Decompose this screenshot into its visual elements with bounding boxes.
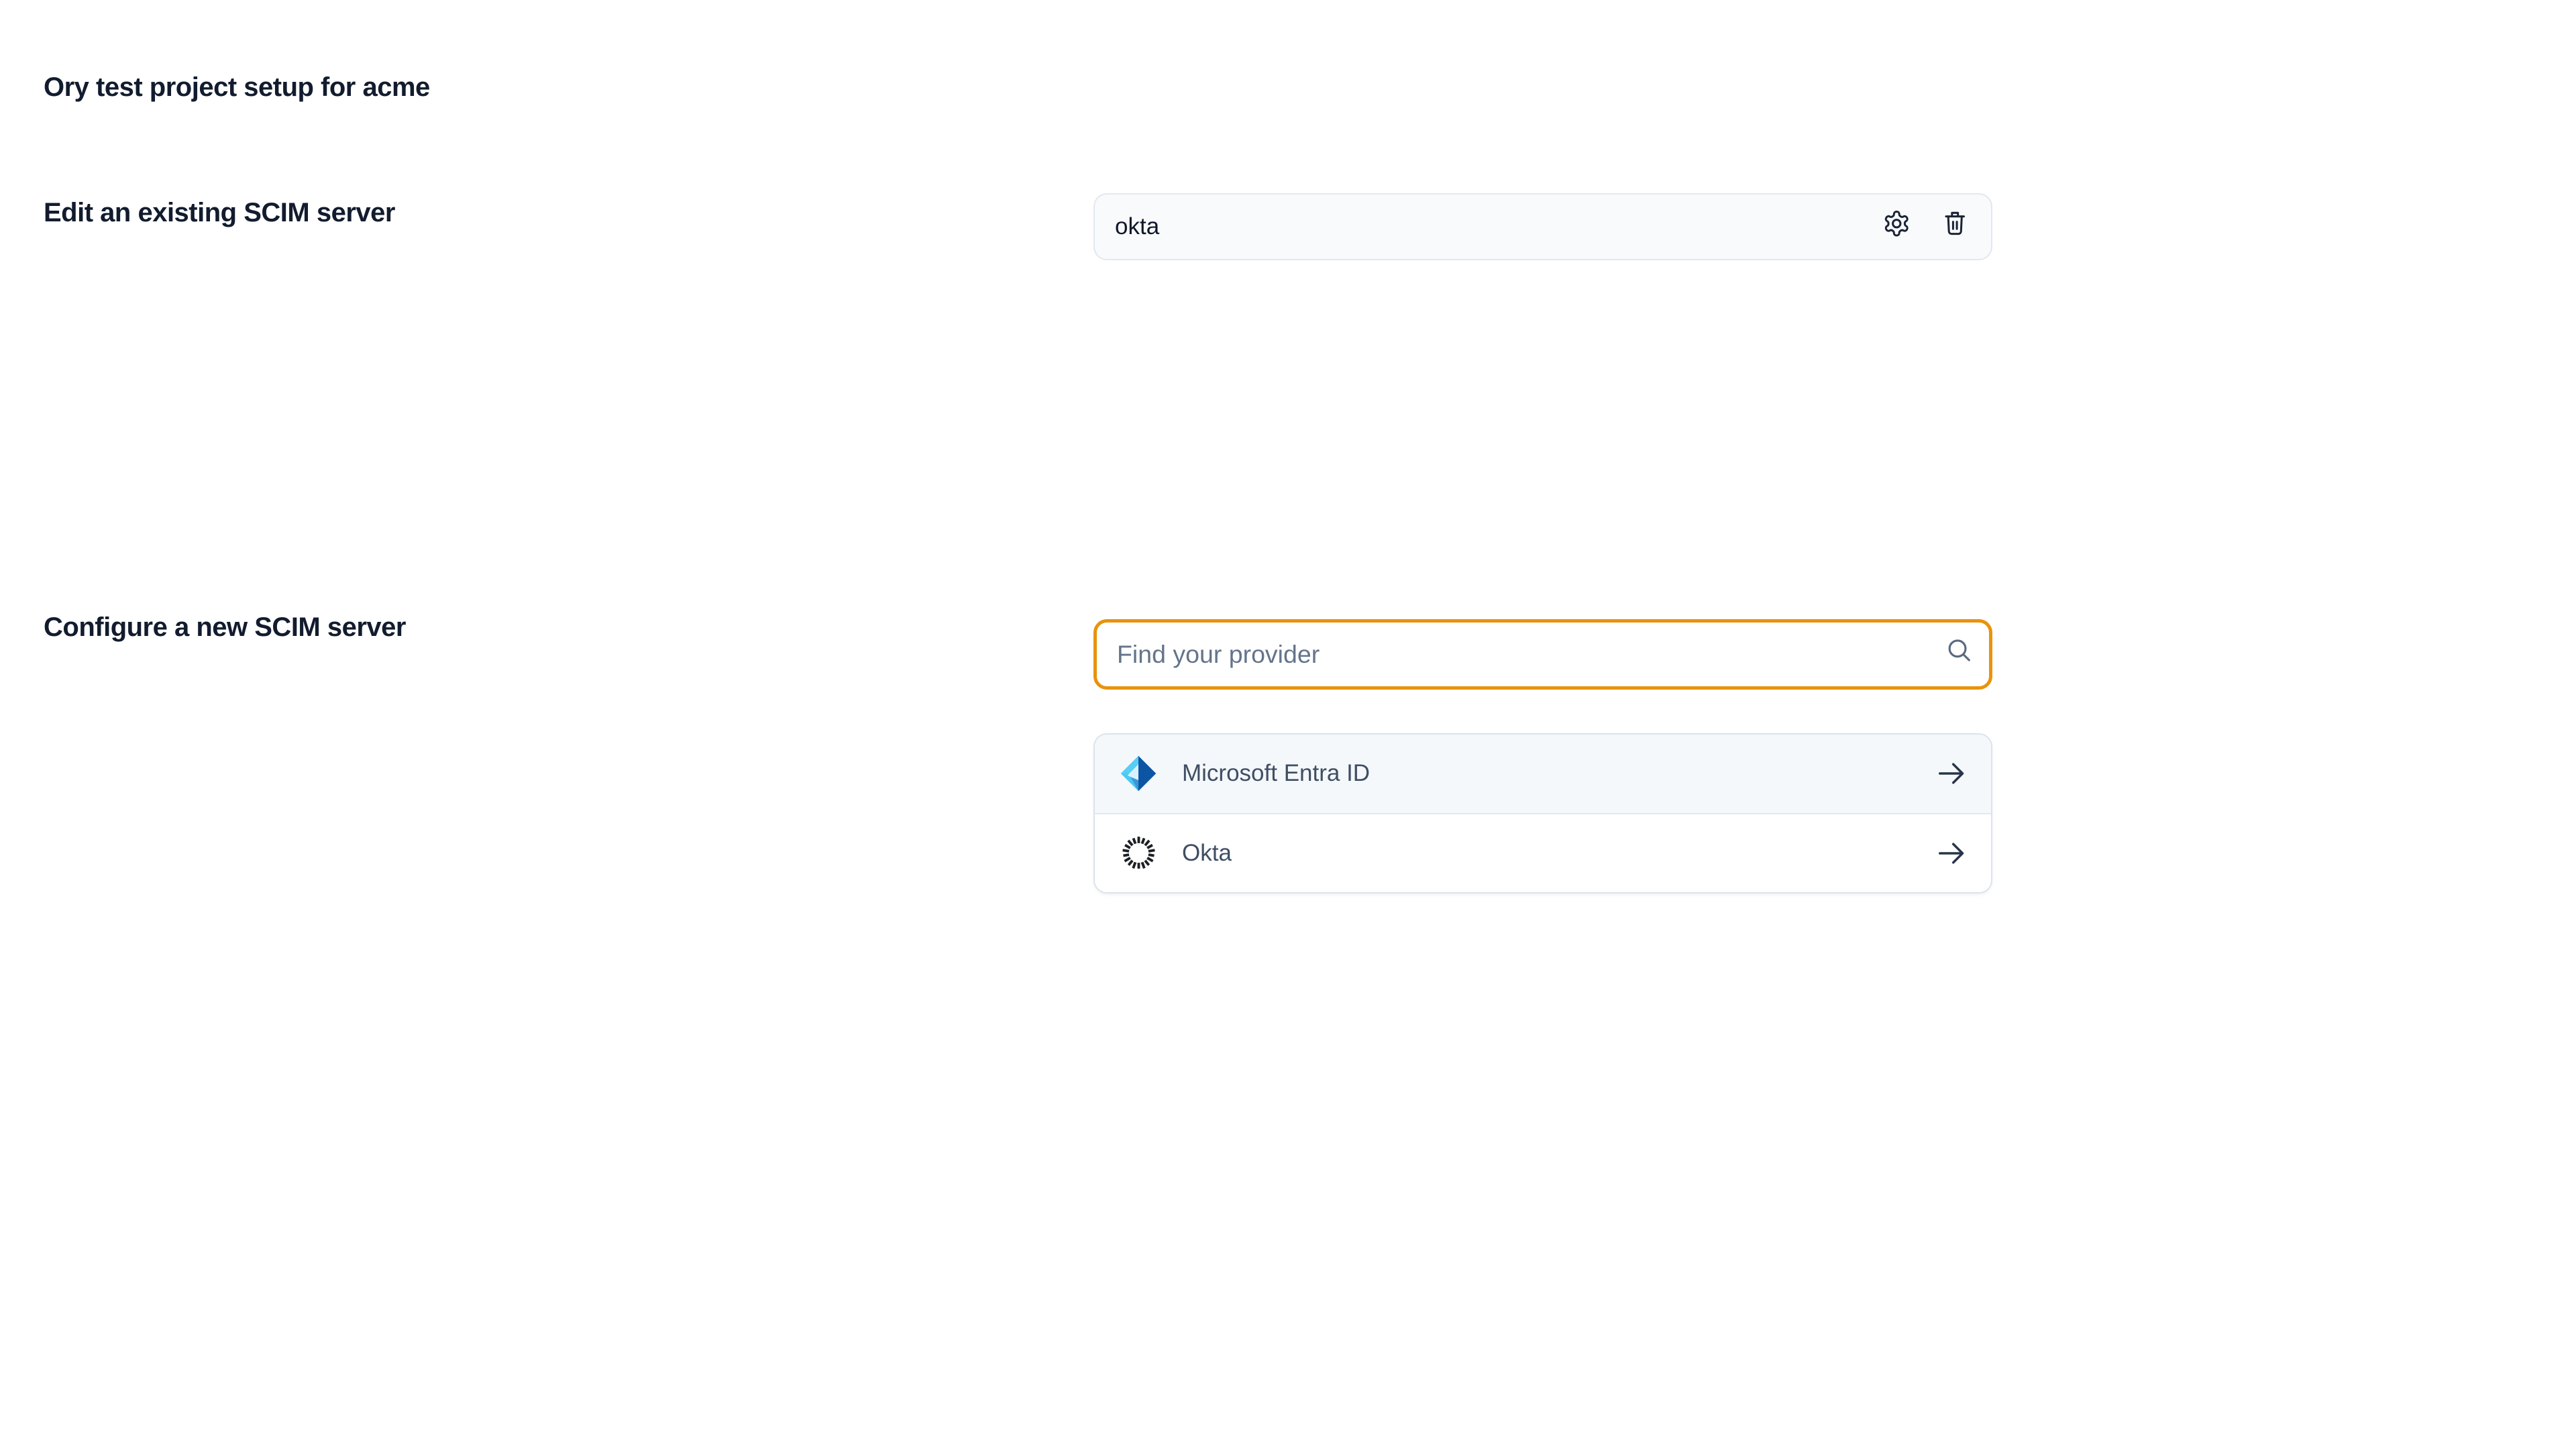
provider-search bbox=[1093, 619, 1992, 690]
edit-scim-heading: Edit an existing SCIM server bbox=[44, 198, 395, 228]
scim-server-name: okta bbox=[1095, 213, 1882, 240]
trash-icon bbox=[1941, 209, 1970, 244]
arrow-right-icon bbox=[1934, 837, 1968, 870]
provider-list: Microsoft Entra ID bbox=[1093, 733, 1992, 894]
delete-server-button[interactable] bbox=[1941, 209, 1970, 244]
find-provider-input[interactable] bbox=[1093, 619, 1992, 690]
microsoft-entra-id-logo bbox=[1118, 753, 1159, 794]
arrow-right-icon bbox=[1934, 757, 1968, 790]
provider-row-okta[interactable]: Okta bbox=[1095, 813, 1991, 892]
page-title: Ory test project setup for acme bbox=[44, 72, 430, 103]
okta-logo bbox=[1118, 833, 1159, 873]
provider-label: Microsoft Entra ID bbox=[1182, 760, 1934, 787]
configure-scim-heading: Configure a new SCIM server bbox=[44, 612, 406, 643]
configure-server-button[interactable] bbox=[1882, 209, 1911, 244]
server-actions bbox=[1882, 209, 1992, 244]
provider-row-microsoft-entra-id[interactable]: Microsoft Entra ID bbox=[1095, 735, 1991, 814]
provider-label: Okta bbox=[1182, 840, 1934, 867]
scim-setup-page: Ory test project setup for acme Edit an … bbox=[0, 0, 2576, 1449]
gear-icon bbox=[1882, 209, 1911, 244]
existing-scim-server-card: okta bbox=[1093, 193, 1992, 260]
